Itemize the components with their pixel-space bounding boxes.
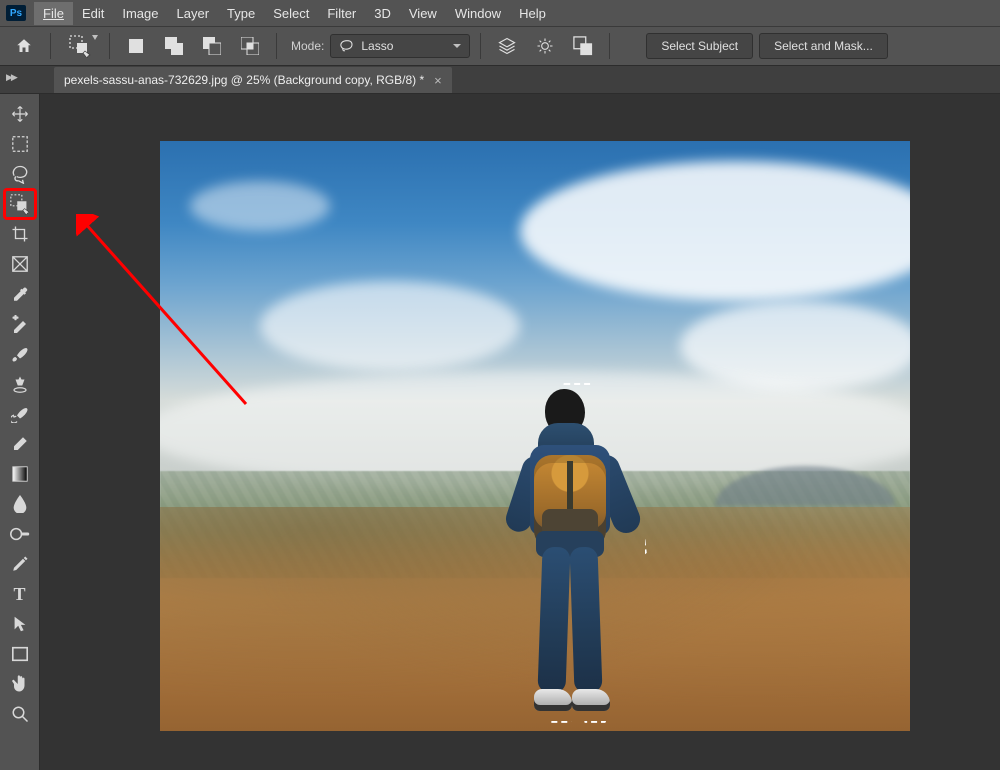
menu-select[interactable]: Select xyxy=(264,2,318,25)
crop-tool[interactable] xyxy=(5,220,35,248)
intersect-selection-icon[interactable] xyxy=(234,32,266,60)
home-icon[interactable] xyxy=(8,32,40,60)
new-selection-icon[interactable] xyxy=(120,32,152,60)
zoom-tool[interactable] xyxy=(5,700,35,728)
document-canvas[interactable] xyxy=(160,141,910,731)
brush-tool[interactable] xyxy=(5,340,35,368)
mode-dropdown[interactable]: Lasso xyxy=(330,34,470,58)
subject-person xyxy=(510,389,630,731)
sample-all-layers-icon[interactable] xyxy=(491,32,523,60)
gradient-tool[interactable] xyxy=(5,460,35,488)
separator xyxy=(480,33,481,59)
document-tab[interactable]: pexels-sassu-anas-732629.jpg @ 25% (Back… xyxy=(54,67,452,93)
separator xyxy=(109,33,110,59)
lasso-icon xyxy=(339,39,355,53)
cloud-shape xyxy=(190,181,330,231)
move-tool[interactable] xyxy=(5,100,35,128)
menu-window[interactable]: Window xyxy=(446,2,510,25)
mode-label: Mode: xyxy=(291,39,324,53)
document-tab-title: pexels-sassu-anas-732629.jpg @ 25% (Back… xyxy=(64,73,424,87)
current-tool-icon[interactable] xyxy=(61,32,99,60)
cloud-shape xyxy=(260,281,520,371)
main-area: T xyxy=(0,94,1000,770)
menu-view[interactable]: View xyxy=(400,2,446,25)
clone-stamp-tool[interactable] xyxy=(5,370,35,398)
hand-tool[interactable] xyxy=(5,670,35,698)
eraser-tool[interactable] xyxy=(5,430,35,458)
rectangle-shape-tool[interactable] xyxy=(5,640,35,668)
pen-tool[interactable] xyxy=(5,550,35,578)
frame-tool[interactable] xyxy=(5,250,35,278)
object-selection-tool[interactable] xyxy=(5,190,35,218)
path-selection-tool[interactable] xyxy=(5,610,35,638)
subtract-from-selection-icon[interactable] xyxy=(196,32,228,60)
app-logo: Ps xyxy=(6,5,26,21)
add-to-selection-icon[interactable] xyxy=(158,32,190,60)
menu-filter[interactable]: Filter xyxy=(318,2,365,25)
separator xyxy=(276,33,277,59)
cloud-shape xyxy=(520,161,910,301)
mode-value: Lasso xyxy=(361,39,393,53)
type-tool[interactable]: T xyxy=(5,580,35,608)
eyedropper-tool[interactable] xyxy=(5,280,35,308)
separator xyxy=(609,33,610,59)
select-and-mask-button[interactable]: Select and Mask... xyxy=(759,33,888,59)
menu-file[interactable]: File xyxy=(34,2,73,25)
history-brush-tool[interactable] xyxy=(5,400,35,428)
menu-bar: Ps File Edit Image Layer Type Select Fil… xyxy=(0,0,1000,26)
panel-expand-icon[interactable]: ▶▶ xyxy=(6,72,16,83)
select-subject-button[interactable]: Select Subject xyxy=(646,33,753,59)
dodge-tool[interactable] xyxy=(5,520,35,548)
menu-type[interactable]: Type xyxy=(218,2,264,25)
menu-3d[interactable]: 3D xyxy=(365,2,400,25)
canvas-workspace[interactable] xyxy=(40,94,1000,770)
rectangular-marquee-tool[interactable] xyxy=(5,130,35,158)
separator xyxy=(50,33,51,59)
healing-brush-tool[interactable] xyxy=(5,310,35,338)
blur-tool[interactable] xyxy=(5,490,35,518)
menu-help[interactable]: Help xyxy=(510,2,555,25)
document-tab-bar: pexels-sassu-anas-732629.jpg @ 25% (Back… xyxy=(0,66,1000,94)
menu-layer[interactable]: Layer xyxy=(168,2,219,25)
lasso-tool[interactable] xyxy=(5,160,35,188)
close-tab-icon[interactable]: × xyxy=(434,73,442,88)
options-bar: Mode: Lasso Select Subject Select and Ma… xyxy=(0,26,1000,66)
object-subtract-icon[interactable] xyxy=(567,32,599,60)
menu-image[interactable]: Image xyxy=(113,2,167,25)
left-toolbar: T xyxy=(0,94,40,770)
menu-edit[interactable]: Edit xyxy=(73,2,113,25)
enhance-edge-icon[interactable] xyxy=(529,32,561,60)
